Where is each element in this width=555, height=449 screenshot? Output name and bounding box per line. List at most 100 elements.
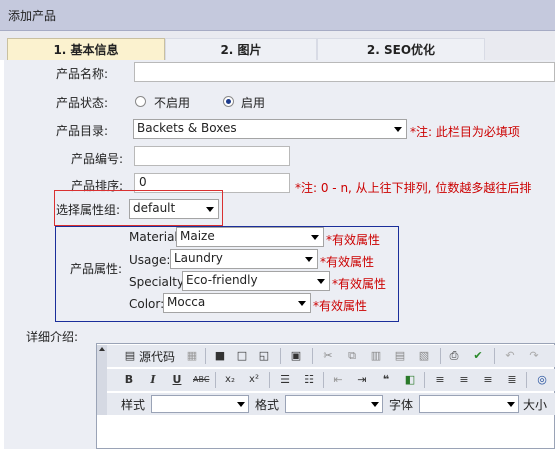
div-icon[interactable]: ◧ [402, 372, 418, 388]
category-select[interactable]: Backets & Boxes [133, 119, 407, 139]
align-left-icon[interactable]: ≡ [432, 372, 448, 388]
attribute-group-value: default [133, 201, 176, 215]
toolbar-separator [494, 348, 495, 364]
status-off-radio[interactable] [135, 96, 146, 107]
source-button-label[interactable]: 源代码 [139, 348, 175, 365]
attribute-group-select[interactable]: default [129, 199, 219, 219]
chevron-down-icon [394, 127, 402, 132]
size-label: 大小 [523, 398, 548, 412]
tab-seo[interactable]: 2. SEO优化 [317, 38, 485, 61]
chevron-down-icon [298, 301, 306, 306]
product-code-input[interactable] [134, 146, 290, 166]
attr-specialty-label: Specialty: [129, 275, 188, 289]
underline-icon[interactable]: U [169, 372, 185, 388]
chevron-down-icon [371, 402, 379, 407]
chevron-down-icon [206, 207, 214, 212]
print-icon[interactable]: ⎙ [446, 348, 462, 364]
cut-icon[interactable]: ✂ [320, 348, 336, 364]
tab-basic-info[interactable]: 1. 基本信息 [7, 38, 165, 61]
toolbar-separator [312, 348, 313, 364]
attr-color-value: Mocca [167, 295, 206, 309]
redo-icon[interactable]: ↷ [526, 348, 542, 364]
status-on-label: 启用 [241, 96, 266, 110]
toolbar-separator [269, 372, 270, 388]
attr-usage-select[interactable]: Laundry [170, 249, 318, 269]
status-on-radio[interactable] [223, 96, 234, 107]
category-note: *注: 此栏目为必填项 [410, 125, 520, 139]
italic-icon[interactable]: I [145, 372, 161, 388]
attr-usage-note: *有效属性 [320, 255, 375, 269]
toolbar-separator [440, 348, 441, 364]
link-icon[interactable]: ◎ [534, 372, 550, 388]
indent-icon[interactable]: ⇥ [354, 372, 370, 388]
toolbar-collapse-handle[interactable] [97, 345, 107, 415]
source-icon[interactable]: ▤ [122, 348, 138, 364]
collapse-arrow-icon [99, 347, 105, 351]
toolbar-separator [424, 372, 425, 388]
preview-icon[interactable]: ◱ [256, 348, 272, 364]
product-status-label: 产品状态: [55, 96, 108, 110]
format-label: 格式 [255, 398, 280, 412]
attr-usage-value: Laundry [174, 251, 223, 265]
attr-color-select[interactable]: Mocca [163, 293, 311, 313]
format-combo[interactable] [285, 395, 383, 413]
superscript-icon[interactable]: x² [246, 372, 262, 388]
subscript-icon[interactable]: x₂ [222, 372, 238, 388]
ordered-list-icon[interactable]: ☰ [277, 372, 293, 388]
page-title: 添加产品 [8, 9, 57, 23]
template-icon[interactable]: ▣ [288, 348, 304, 364]
toolbar-separator [526, 372, 527, 388]
attr-color-note: *有效属性 [313, 299, 368, 313]
copy-icon[interactable]: ⧉ [344, 348, 360, 364]
status-off-label: 不启用 [154, 96, 191, 110]
spellcheck-icon[interactable]: ✔ [470, 348, 486, 364]
style-label: 样式 [121, 398, 146, 412]
blockquote-icon[interactable]: ❝ [378, 372, 394, 388]
toolbar-separator [323, 372, 324, 388]
paste-word-icon[interactable]: ▧ [416, 348, 432, 364]
product-category-label: 产品目录: [55, 124, 108, 138]
style-combo[interactable] [151, 395, 249, 413]
font-label: 字体 [389, 398, 414, 412]
attribute-group-label: 选择属性组: [56, 203, 121, 217]
unordered-list-icon[interactable]: ☷ [301, 372, 317, 388]
toolbar-separator [280, 348, 281, 364]
font-combo[interactable] [419, 395, 519, 413]
category-select-value: Backets & Boxes [137, 121, 237, 135]
product-attributes-label: 产品属性: [69, 262, 122, 276]
outdent-icon[interactable]: ⇤ [330, 372, 346, 388]
product-code-label: 产品编号: [70, 152, 123, 166]
attr-material-note: *有效属性 [326, 233, 381, 247]
chevron-down-icon [305, 257, 313, 262]
toolbar-separator [215, 372, 216, 388]
sort-note: *注: 0 - n, 从上往下排列, 位数越多越往后排 [295, 181, 532, 195]
product-name-input[interactable] [134, 62, 555, 82]
chevron-down-icon [311, 235, 319, 240]
align-right-icon[interactable]: ≡ [480, 372, 496, 388]
attr-specialty-value: Eco-friendly [186, 273, 258, 287]
chevron-down-icon [507, 402, 515, 407]
attr-material-label: Material: [129, 230, 182, 244]
chevron-down-icon [317, 279, 325, 284]
tab-images[interactable]: 2. 图片 [165, 38, 317, 61]
attr-specialty-note: *有效属性 [332, 277, 387, 291]
attr-material-value: Maize [180, 229, 215, 243]
detail-label: 详细介绍: [26, 330, 79, 344]
align-center-icon[interactable]: ≡ [456, 372, 472, 388]
bold-icon[interactable]: B [121, 372, 137, 388]
toolbar-separator [205, 348, 206, 364]
new-page-icon[interactable]: □ [234, 348, 250, 364]
paste-icon[interactable]: ▦ [184, 348, 200, 364]
attr-color-label: Color: [129, 297, 165, 311]
attr-material-select[interactable]: Maize [176, 227, 324, 247]
paste-icon[interactable]: ▥ [368, 348, 384, 364]
attr-specialty-select[interactable]: Eco-friendly [182, 271, 330, 291]
paste-text-icon[interactable]: ▤ [392, 348, 408, 364]
save-icon[interactable]: ■ [212, 348, 228, 364]
window-title-bar: 添加产品 [0, 0, 555, 31]
strike-icon[interactable]: ABC [193, 372, 209, 388]
justify-icon[interactable]: ≣ [504, 372, 520, 388]
product-name-label: 产品名称: [55, 67, 108, 81]
undo-icon[interactable]: ↶ [502, 348, 518, 364]
attr-usage-label: Usage: [129, 253, 171, 267]
